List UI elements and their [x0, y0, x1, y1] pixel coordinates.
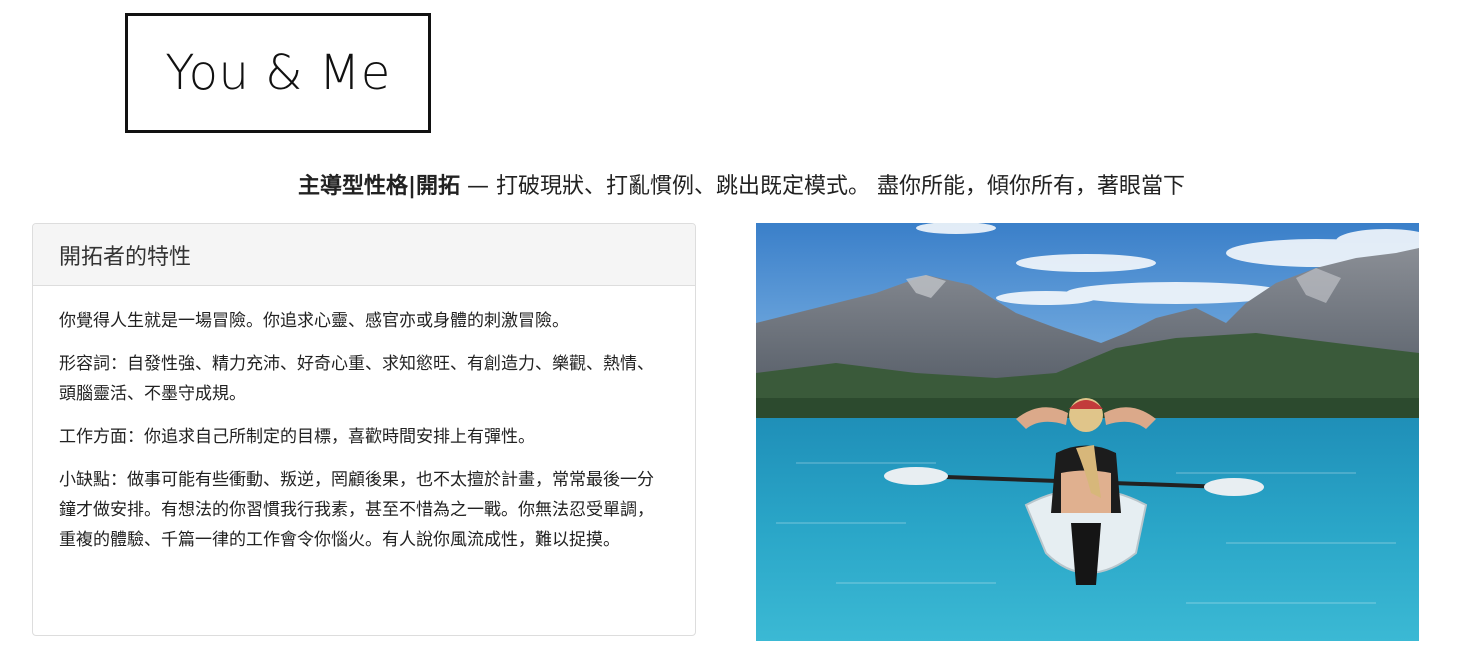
- trait-paragraph-intro: 你覺得人生就是一場冒險。你追求心靈、感官亦或身體的刺激冒險。: [59, 311, 569, 331]
- kayak-photo-illustration: [756, 223, 1419, 641]
- tagline: 打破現狀、打亂慣例、跳出既定模式。 盡你所能，傾你所有，著眼當下: [496, 174, 1186, 199]
- personality-type: 主導型性格|開拓: [297, 174, 461, 199]
- logo[interactable]: You & Me: [125, 13, 431, 133]
- trait-paragraph-adjectives: 形容詞：自發性強、精力充沛、好奇心重、求知慾旺、有創造力、樂觀、熱情、頭腦靈活、…: [59, 354, 654, 404]
- panel-body: 你覺得人生就是一場冒險。你追求心靈、感官亦或身體的刺激冒險。 形容詞：自發性強、…: [33, 286, 695, 555]
- headline: 主導型性格|開拓 — 打破現狀、打亂慣例、跳出既定模式。 盡你所能，傾你所有，著…: [0, 168, 1483, 200]
- trait-paragraph-work: 工作方面：你追求自己所制定的目標，喜歡時間安排上有彈性。: [59, 427, 535, 447]
- logo-text: You & Me: [165, 45, 391, 101]
- kayak-lake-photo: [756, 223, 1419, 641]
- trait-paragraph-weakness: 小缺點：做事可能有些衝動、叛逆，罔顧後果，也不太擅於計畫，常常最後一分鐘才做安排…: [59, 470, 654, 550]
- traits-panel: 開拓者的特性 你覺得人生就是一場冒險。你追求心靈、感官亦或身體的刺激冒險。 形容…: [32, 223, 696, 636]
- panel-heading: 開拓者的特性: [33, 224, 695, 286]
- headline-dash: —: [460, 174, 497, 199]
- panel-title: 開拓者的特性: [59, 244, 192, 270]
